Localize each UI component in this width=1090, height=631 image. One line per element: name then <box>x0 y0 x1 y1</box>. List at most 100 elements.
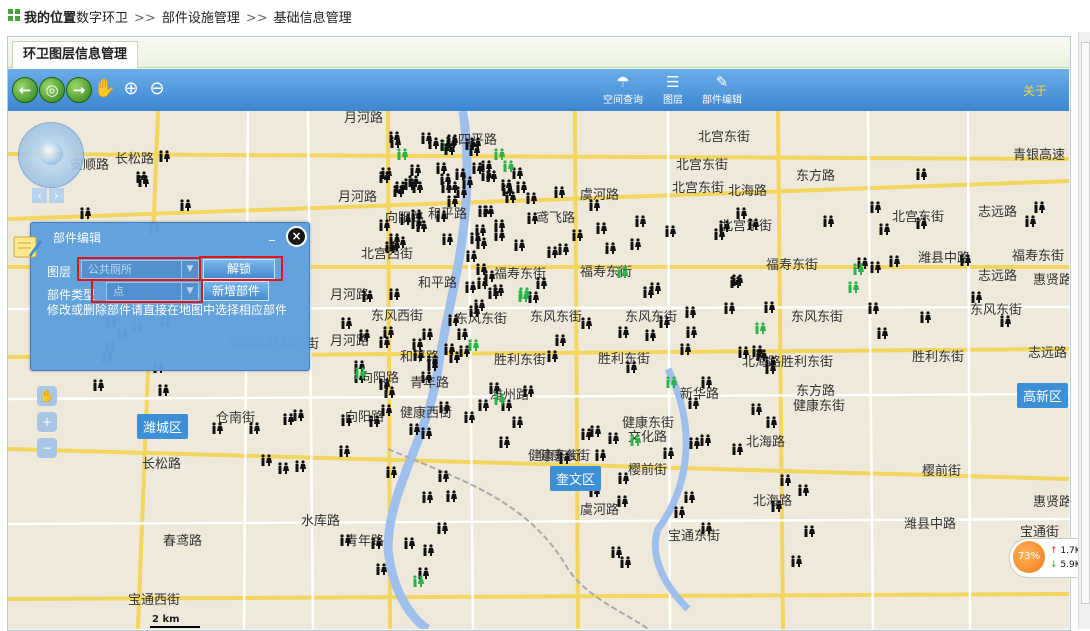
district-label-kuiwen: 奎文区 <box>550 466 602 491</box>
map-street-label: 东方路 <box>796 168 835 184</box>
map-street-label: 北海路 <box>746 434 785 450</box>
component-edit-icon: ✎ <box>715 73 729 91</box>
map-street-label: 长松路 <box>115 151 154 167</box>
map-street-label: 胜利东街 <box>598 352 650 367</box>
zoom-out-icon[interactable]: ⊖ <box>145 77 169 101</box>
component-edit-panel: 部件编辑 _ × 图层 公共厕所 ▼ 解锁 部件类型 点 ▼ 新增部件 修改或删… <box>13 222 310 371</box>
map-street-label: 长松路 <box>142 456 181 472</box>
pan-navigation-control[interactable] <box>18 122 84 188</box>
layers-label: 图层 <box>663 95 683 106</box>
district-label-gaoxin: 高新区 <box>1017 383 1069 408</box>
map-street-label: 东风东街 <box>791 310 843 325</box>
map-street-label: 健康东街 <box>622 415 674 431</box>
map-street-label: 惠贤路 <box>1033 494 1069 510</box>
minimize-icon[interactable]: _ <box>269 227 275 241</box>
arrow-down-icon: ↓ <box>1050 560 1058 570</box>
full-extent-globe-icon[interactable]: ◎ <box>39 77 65 103</box>
layers-icon: ☰ <box>666 73 680 91</box>
breadcrumb: 我的位置数字环卫 >> 部件设施管理 >> 基础信息管理 <box>0 0 1090 30</box>
map-street-label: 樱前街 <box>922 463 961 479</box>
map-street-label: 和平路 <box>418 275 457 291</box>
map-street-label: 春鸢路 <box>163 533 202 549</box>
map-street-label: 北宫东街 <box>698 130 750 145</box>
scrollbar-thumb[interactable] <box>1081 42 1090 604</box>
breadcrumb-separator: >> <box>134 11 156 26</box>
breadcrumb-prefix: 我的位置 <box>24 11 77 26</box>
map-street-label: 健康东街 <box>793 398 845 414</box>
globe-icon[interactable] <box>39 141 63 165</box>
arrow-up-icon: ↑ <box>1050 546 1058 556</box>
page-scrollbar[interactable] <box>1078 32 1090 629</box>
memory-percent: 73% <box>1013 541 1045 573</box>
map-street-label: 鸢飞路 <box>536 210 575 226</box>
map-street-label: 东风东街 <box>455 312 507 327</box>
map-toolbar: ← ◎ → ✋ ⊕ ⊖ ☂ 空间查询 ☰ 图层 ✎ 部件编辑 关于 <box>8 69 1069 111</box>
breadcrumb-item-basic-info[interactable]: 基础信息管理 <box>274 11 352 26</box>
pan-hand-icon[interactable]: ✋ <box>93 77 117 101</box>
pan-hand-icon[interactable]: ✋ <box>37 386 57 406</box>
layer-label: 图层 <box>47 265 72 279</box>
map-street-label: 胜利东街 <box>494 353 546 368</box>
zoom-in-icon[interactable]: ⊕ <box>119 77 143 101</box>
map-street-label: 北海路胜利东街 <box>742 354 833 370</box>
tab-layer-info[interactable]: 环卫图层信息管理 <box>12 41 139 69</box>
map-street-label: 虞河路 <box>580 187 619 203</box>
add-component-button[interactable]: 新增部件 <box>203 281 269 301</box>
map-street-label: 文化路 <box>628 429 667 445</box>
pan-left-icon[interactable]: ‹ <box>32 188 47 203</box>
map-street-label: 北宫东街 <box>672 181 724 196</box>
about-link[interactable]: 关于 <box>1023 82 1047 99</box>
map-street-label: 志远路 <box>978 204 1017 220</box>
map-street-label: 新华路 <box>680 386 719 402</box>
spatial-query-icon: ☂ <box>616 73 630 91</box>
edit-panel-title: 部件编辑 <box>53 231 102 245</box>
map-street-label: 胜利东街 <box>912 350 964 365</box>
map-street-label: 月河路 <box>344 110 383 126</box>
pan-right-icon[interactable]: › <box>49 188 64 203</box>
map-street-label: 健康东街 <box>528 448 580 464</box>
location-grid-icon <box>8 9 20 21</box>
component-edit-label: 部件编辑 <box>702 95 742 106</box>
close-icon[interactable]: × <box>286 226 307 247</box>
zoom-controls: ✋ + − <box>37 386 59 464</box>
map-street-label: 惠贤路 <box>1033 272 1069 288</box>
pan-buttons: ‹ › <box>32 188 66 203</box>
map-street-label: 宝通东街 <box>668 529 720 544</box>
zoom-in-icon[interactable]: + <box>37 412 57 432</box>
map-scale-bar <box>150 626 200 628</box>
map-street-label: 志远路 <box>978 268 1017 284</box>
map-street-label: 水库路 <box>301 513 340 529</box>
component-edit-button[interactable]: ✎ 部件编辑 <box>692 73 752 106</box>
map-street-label: 东风东街 <box>970 303 1022 318</box>
breadcrumb-item-digital-sanitation[interactable]: 数字环卫 <box>76 11 128 26</box>
map-street-label: 东风西街 <box>371 309 423 324</box>
map-street-label: 虞河路 <box>580 502 619 518</box>
highlight-box <box>91 279 203 303</box>
map-street-label: 潍县中路 <box>904 516 956 532</box>
edit-hint-text: 修改或删除部件请直接在地图中选择相应部件 <box>47 303 288 317</box>
map-street-label: 月河路 <box>338 189 377 205</box>
map-street-label: 月河路 <box>330 333 369 349</box>
back-arrow-icon[interactable]: ← <box>12 77 38 103</box>
map-street-label: 仓南街 <box>216 410 255 426</box>
map-street-label: 樱前街 <box>628 462 667 478</box>
map-street-label: 宝通西街 <box>128 593 180 608</box>
map-street-label: 健康西街 <box>400 405 452 421</box>
map-street-label: 东风东街 <box>530 310 582 325</box>
tab-bar: 环卫图层信息管理 <box>8 37 1070 69</box>
map-street-label: 福寿东街 <box>766 258 818 273</box>
highlight-box <box>77 257 201 281</box>
map-street-label: 志远路 <box>1028 345 1067 361</box>
breadcrumb-separator: >> <box>245 11 268 26</box>
map-street-label: 青银高速 <box>1013 147 1065 163</box>
forward-arrow-icon[interactable]: → <box>66 77 92 103</box>
map-street-label: 和平路 <box>428 206 467 222</box>
spatial-query-label: 空间查询 <box>603 95 643 106</box>
zoom-out-icon[interactable]: − <box>37 438 57 458</box>
map-street-label: 北海路 <box>728 183 767 199</box>
district-label-weicheng: 潍城区 <box>137 414 189 439</box>
breadcrumb-item-facility-management[interactable]: 部件设施管理 <box>162 11 240 26</box>
edit-note-icon <box>13 236 42 258</box>
map-street-label: 福寿东街 <box>1012 249 1064 264</box>
map-street-label: 东方路 <box>796 383 835 399</box>
